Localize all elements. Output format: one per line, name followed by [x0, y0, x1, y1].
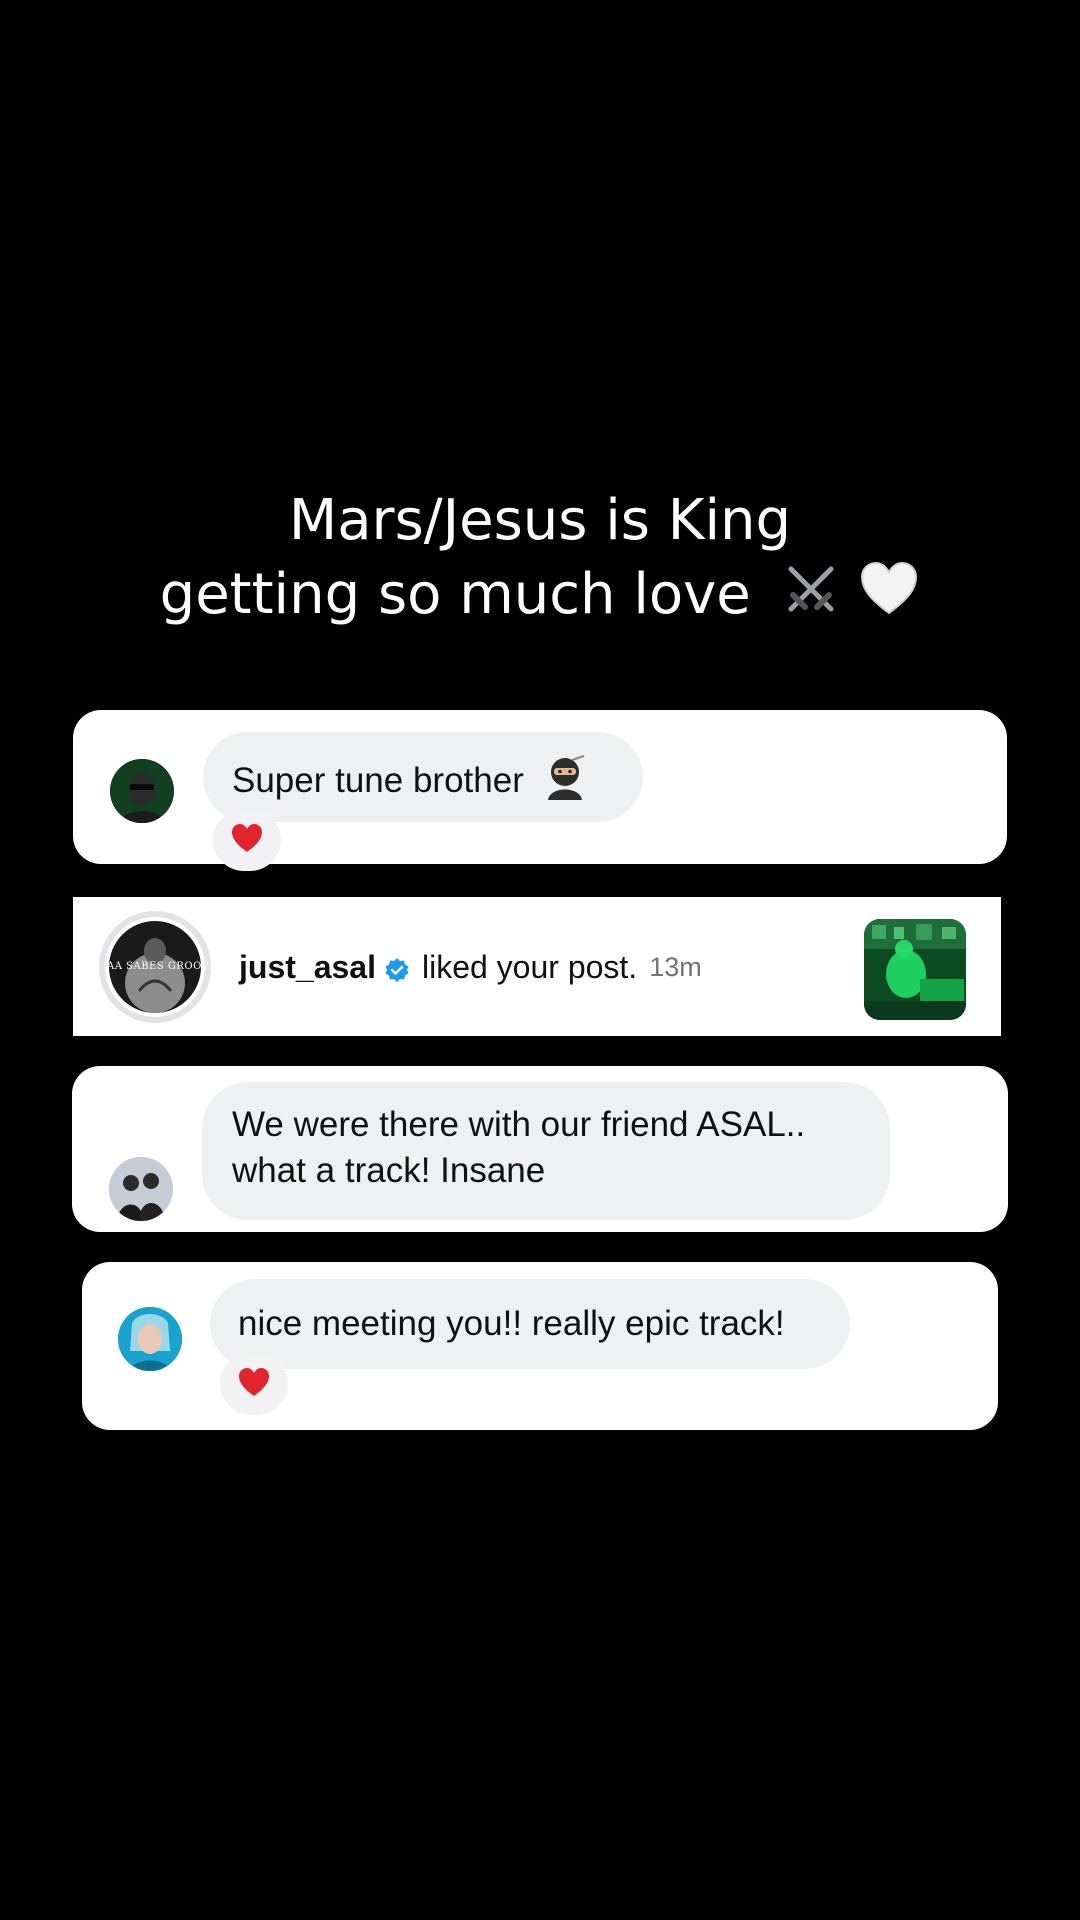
headline: Mars/Jesus is King getting so much love	[0, 484, 1080, 638]
ninja-icon	[542, 754, 588, 812]
avatar[interactable]	[109, 1157, 173, 1221]
notification-username[interactable]: just_asal	[239, 949, 376, 986]
headline-line-1: Mars/Jesus is King	[288, 488, 792, 553]
avatar[interactable]	[118, 1307, 182, 1371]
comment-text-line-2: what a track! Insane	[232, 1151, 546, 1190]
white-heart-icon	[858, 559, 920, 638]
heart-reaction[interactable]	[213, 809, 281, 871]
notification-time: 13m	[649, 951, 702, 982]
comment-card-2: We were there with our friend ASAL.. wha…	[72, 1066, 1008, 1232]
like-notification[interactable]: AA SABES GROOVE just_asal liked your pos…	[73, 897, 1001, 1036]
comment-text-line-1: We were there with our friend ASAL..	[232, 1105, 806, 1144]
comment-card-3: nice meeting you!! really epic track!	[82, 1262, 998, 1430]
swords-icon	[781, 559, 841, 638]
red-heart-icon	[230, 822, 264, 858]
headline-line-2: getting so much love	[0, 558, 1080, 638]
comment-card-1: Super tune brother	[73, 710, 1007, 871]
notification-action: liked your post.	[421, 948, 638, 985]
comment-bubble[interactable]: Super tune brother	[203, 732, 643, 822]
comment-text: Super tune brother	[232, 761, 524, 800]
red-heart-icon	[237, 1366, 271, 1402]
headline-line-2-text: getting so much love	[159, 562, 751, 627]
avatar[interactable]	[110, 759, 174, 823]
post-thumbnail[interactable]	[864, 919, 966, 1020]
notification-avatar[interactable]: AA SABES GROOVE	[99, 911, 211, 1023]
comment-bubble[interactable]: We were there with our friend ASAL.. wha…	[202, 1082, 890, 1220]
comment-text: nice meeting you!! really epic track!	[238, 1304, 785, 1343]
avatar-caption: AA SABES GROOVE	[107, 961, 211, 972]
comment-bubble[interactable]: nice meeting you!! really epic track!	[210, 1279, 850, 1369]
verified-badge-icon	[384, 954, 410, 982]
heart-reaction[interactable]	[220, 1353, 288, 1415]
notification-text: just_asal liked your post. 13m	[239, 945, 702, 989]
